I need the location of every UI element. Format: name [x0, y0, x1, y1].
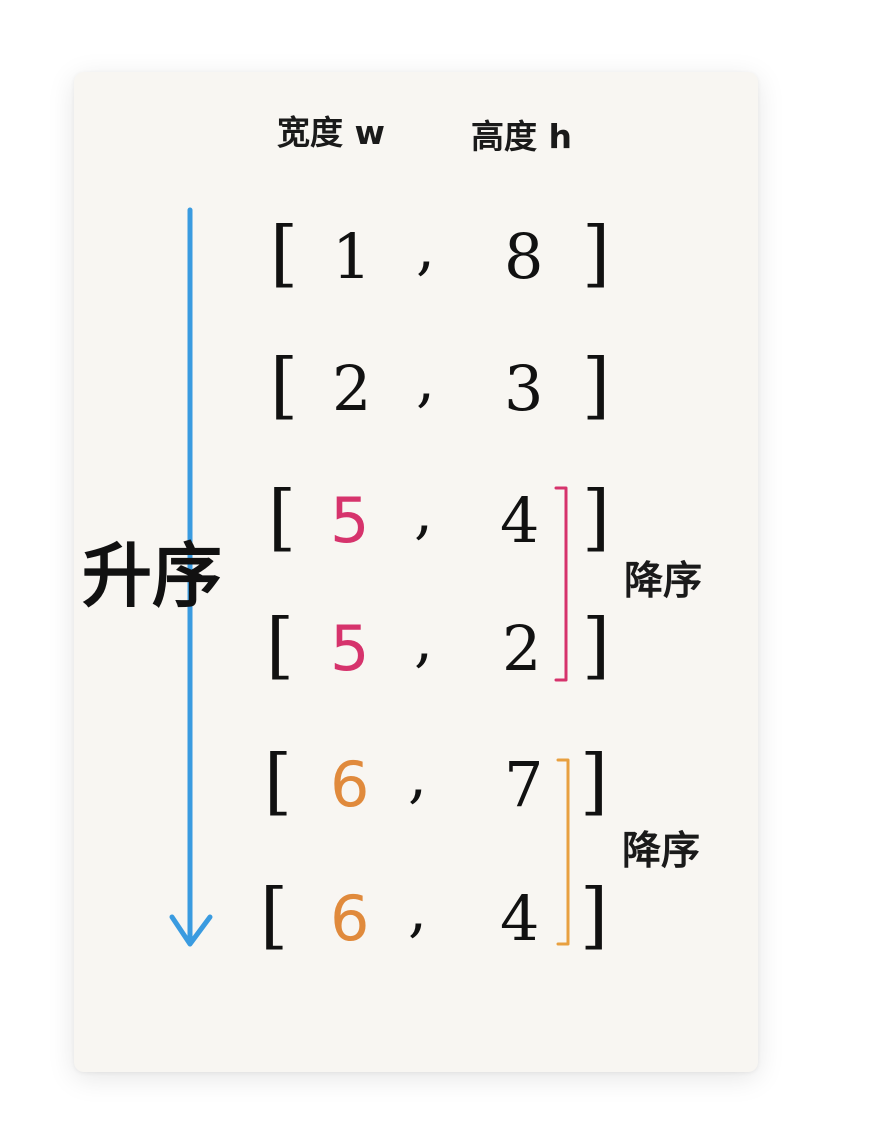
width-value: 6: [330, 748, 369, 821]
header-height: 高度 h: [471, 117, 572, 156]
height-value: 8: [504, 220, 543, 293]
diagram-card: 宽度 w 高度 h 升序 [ 1 , 8 ] [ 2 , 3 ] [ 5 , 4: [74, 72, 758, 1072]
open-bracket: [: [268, 475, 296, 559]
close-bracket: ]: [582, 343, 610, 427]
open-bracket: [: [270, 343, 298, 427]
width-value: 1: [332, 220, 371, 293]
group-bracket-1: [554, 486, 568, 682]
comma: ,: [414, 605, 433, 675]
comma: ,: [408, 741, 427, 811]
comma: ,: [414, 477, 433, 547]
row-4: [ 6 , 7 ]: [264, 739, 608, 823]
width-value: 6: [330, 882, 369, 955]
open-bracket: [: [260, 873, 288, 957]
comma: ,: [408, 875, 427, 945]
header-width: 宽度 w: [277, 113, 385, 152]
comma: ,: [416, 345, 435, 415]
close-bracket: ]: [582, 211, 610, 295]
sort-diagram: 宽度 w 高度 h 升序 [ 1 , 8 ] [ 2 , 3 ] [ 5 , 4: [82, 113, 702, 957]
height-value: 2: [502, 612, 541, 685]
width-value: 5: [330, 484, 369, 557]
group-label-1: 降序: [624, 559, 702, 604]
height-value: 7: [504, 748, 543, 821]
comma: ,: [416, 213, 435, 283]
row-3: [ 5 , 2 ]: [266, 603, 610, 687]
close-bracket: ]: [580, 873, 608, 957]
width-value: 2: [332, 352, 371, 425]
width-value: 5: [330, 612, 369, 685]
height-value: 4: [500, 484, 539, 557]
close-bracket: ]: [582, 475, 610, 559]
close-bracket: ]: [580, 739, 608, 823]
close-bracket: ]: [582, 603, 610, 687]
group-bracket-2: [556, 758, 570, 946]
ascending-label: 升序: [82, 535, 222, 617]
row-1: [ 2 , 3 ]: [270, 343, 610, 427]
height-value: 4: [500, 882, 539, 955]
open-bracket: [: [264, 739, 292, 823]
open-bracket: [: [266, 603, 294, 687]
open-bracket: [: [270, 211, 298, 295]
group-label-2: 降序: [622, 829, 700, 874]
row-0: [ 1 , 8 ]: [270, 211, 610, 295]
row-5: [ 6 , 4 ]: [260, 873, 608, 957]
height-value: 3: [504, 352, 543, 425]
